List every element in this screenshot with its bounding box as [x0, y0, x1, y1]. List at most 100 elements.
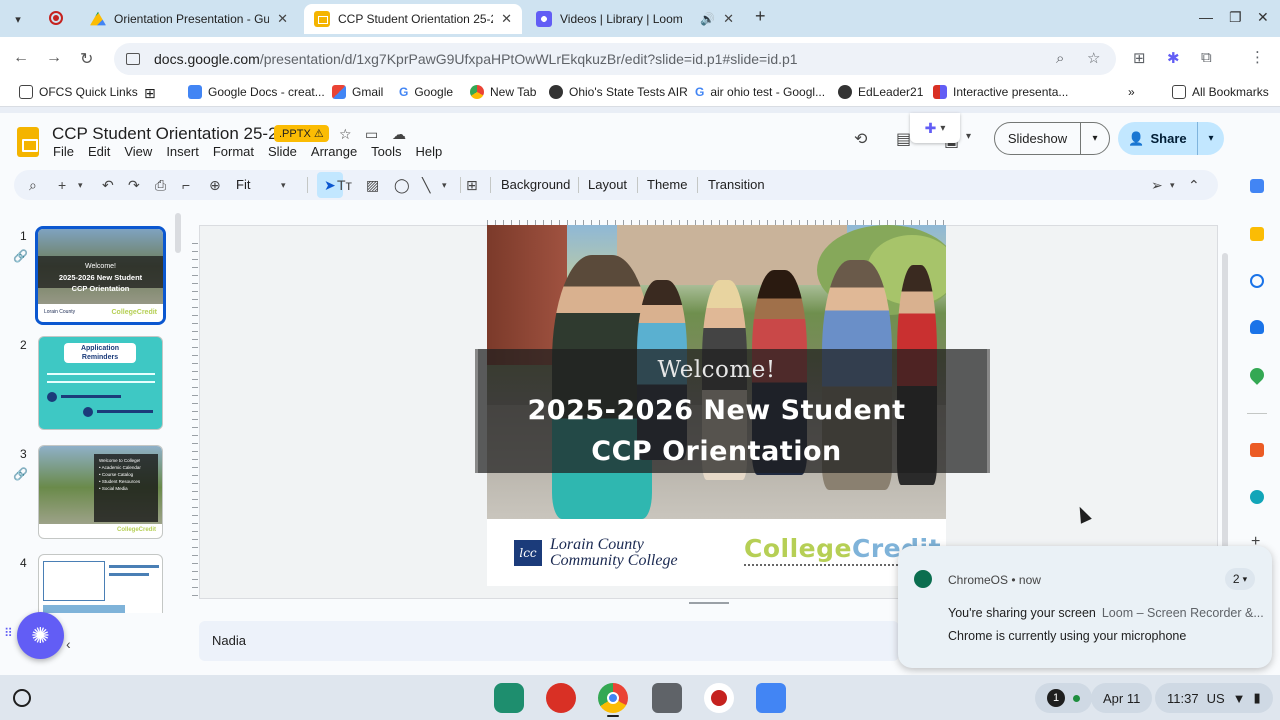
share-main[interactable]: 👤 Share: [1118, 122, 1198, 155]
line-icon[interactable]: ╲: [422, 177, 430, 194]
menu-arrange[interactable]: Arrange: [311, 144, 357, 159]
menu-slide[interactable]: Slide: [268, 144, 297, 159]
bookmark-edleader21[interactable]: EdLeader21: [838, 85, 923, 99]
pen-mode-icon[interactable]: ➢: [1151, 177, 1163, 194]
tab-close-icon[interactable]: ✕: [723, 11, 734, 27]
bookmark-star-icon[interactable]: ☆: [1087, 49, 1100, 67]
new-tab-plus-icon[interactable]: +: [755, 6, 766, 27]
bookmark-google-docs[interactable]: Google Docs - creat...: [188, 85, 325, 99]
menu-format[interactable]: Format: [213, 144, 254, 159]
insert-image-icon[interactable]: ▨: [366, 177, 379, 194]
slide-thumbnail-2[interactable]: Application Reminders: [38, 336, 163, 430]
contacts-icon[interactable]: [1250, 320, 1264, 334]
meet-dropdown-icon[interactable]: ▾: [966, 131, 971, 142]
tab-loom-library[interactable]: Videos | Library | Loom 🔊 ✕: [526, 4, 744, 34]
apps-grid[interactable]: ⊞: [144, 85, 156, 102]
filmstrip-scrollbar[interactable]: [175, 213, 181, 253]
paint-format-icon[interactable]: ⌐: [182, 177, 190, 193]
bookmark-google[interactable]: G Google: [399, 85, 453, 99]
layout-button[interactable]: Layout: [588, 177, 627, 192]
forward-arrow-icon[interactable]: →: [46, 49, 62, 67]
extensions-puzzle-icon[interactable]: ⧉: [1201, 49, 1212, 66]
share-button[interactable]: 👤 Share ▾: [1118, 122, 1224, 155]
extension-grid-icon[interactable]: ⊞: [1133, 49, 1146, 67]
slideshow-label[interactable]: Slideshow: [995, 123, 1081, 154]
speaker-icon[interactable]: 🔊: [700, 12, 715, 26]
new-slide-dropdown-icon[interactable]: ▾: [78, 180, 83, 191]
reload-icon[interactable]: ↻: [80, 49, 93, 69]
slide-thumbnail-1[interactable]: Welcome! 2025-2026 New Student CCP Orienta…: [35, 226, 166, 325]
loom-extension-icon[interactable]: ✱: [1167, 49, 1180, 67]
notes-resize-handle[interactable]: [689, 602, 729, 604]
tab-ccp-orientation[interactable]: CCP Student Orientation 25-26 ✕: [304, 4, 522, 34]
bookmark-gmail[interactable]: Gmail: [332, 85, 383, 99]
date-tray[interactable]: Apr 11: [1091, 683, 1153, 713]
redo-icon[interactable]: ↷: [128, 177, 140, 194]
screenshot-app-icon[interactable]: [652, 683, 682, 713]
record-app-icon[interactable]: [704, 683, 734, 713]
zoom-dropdown-icon[interactable]: ▾: [281, 180, 286, 191]
insert-comment-icon[interactable]: ⊞: [466, 177, 478, 194]
cloud-status-icon[interactable]: ☁: [392, 126, 406, 143]
line-dropdown-icon[interactable]: ▾: [442, 180, 447, 191]
zoom-icon[interactable]: ⊕: [209, 177, 221, 194]
bookmark-ofcs[interactable]: OFCS Quick Links: [19, 85, 138, 99]
bookmark-air-ohio[interactable]: Gair ohio test - Googl...: [695, 85, 825, 99]
document-title[interactable]: CCP Student Orientation 25-26: [52, 124, 287, 144]
system-tray[interactable]: 11:37 US ▼ ▮: [1155, 683, 1273, 713]
slides-home-logo[interactable]: [17, 127, 39, 157]
menu-edit[interactable]: Edit: [88, 144, 110, 159]
drag-grip-icon[interactable]: ⠿: [4, 626, 13, 640]
bookmarks-overflow[interactable]: »: [1128, 85, 1135, 99]
slideshow-button[interactable]: Slideshow ▾: [994, 122, 1110, 155]
search-menus-icon[interactable]: ⌕: [29, 177, 37, 194]
back-arrow-icon[interactable]: ←: [13, 49, 29, 67]
menu-help[interactable]: Help: [416, 144, 443, 159]
version-history-icon[interactable]: ⟲: [854, 129, 867, 149]
transition-button[interactable]: Transition: [708, 177, 765, 192]
background-button[interactable]: Background: [501, 177, 570, 192]
bookmark-ohio-tests[interactable]: Ohio's State Tests AIR: [549, 85, 688, 99]
star-icon[interactable]: ☆: [339, 126, 352, 143]
tab-search-chevron-icon[interactable]: ▾: [6, 7, 30, 31]
undo-icon[interactable]: ↶: [102, 177, 114, 194]
move-folder-icon[interactable]: ▭: [365, 126, 378, 143]
shape-icon[interactable]: ◯: [394, 177, 410, 194]
chrome-menu-icon[interactable]: ⋮: [1250, 48, 1265, 66]
bookmark-new-tab[interactable]: New Tab: [470, 85, 536, 99]
notification-tray[interactable]: 1: [1035, 683, 1092, 713]
loom-record-button[interactable]: ✺: [17, 612, 64, 659]
slideshow-dropdown-icon[interactable]: ▾: [1081, 133, 1109, 144]
canvas-paint-app-icon[interactable]: [546, 683, 576, 713]
zoom-select[interactable]: Fit: [236, 177, 250, 192]
minimize-icon[interactable]: —: [1199, 9, 1213, 25]
new-slide-plus-icon[interactable]: +: [58, 177, 66, 193]
addon-c-icon[interactable]: [1250, 490, 1264, 504]
zoom-magnifier-icon[interactable]: ⌕: [1056, 50, 1064, 67]
chrome-app-icon[interactable]: [598, 683, 628, 713]
site-info-icon[interactable]: [126, 53, 140, 65]
slide-thumbnail-3[interactable]: Welcome to College! • Academic Calendar • …: [38, 445, 163, 539]
office-addon-icon[interactable]: [1250, 443, 1264, 457]
docs-app-icon[interactable]: [756, 683, 786, 713]
close-window-icon[interactable]: ✕: [1257, 9, 1269, 26]
share-dropdown-icon[interactable]: ▾: [1198, 133, 1224, 144]
tab-close-icon[interactable]: ✕: [277, 11, 288, 27]
text-box-icon[interactable]: Tт: [337, 177, 352, 193]
launcher-icon[interactable]: [13, 689, 31, 707]
bookmark-interactive[interactable]: Interactive presenta...: [933, 85, 1068, 99]
tasks-icon[interactable]: [1250, 274, 1264, 288]
keep-icon[interactable]: [1250, 227, 1264, 241]
menu-tools[interactable]: Tools: [371, 144, 401, 159]
classroom-app-icon[interactable]: [494, 683, 524, 713]
theme-button[interactable]: Theme: [647, 177, 687, 192]
address-bar[interactable]: docs.google.com/presentation/d/1xg7KprPa…: [114, 43, 1116, 75]
pptx-badge[interactable]: .PPTX ⚠: [274, 125, 329, 142]
print-icon[interactable]: ⎙: [155, 177, 166, 194]
menu-file[interactable]: File: [53, 144, 74, 159]
menu-view[interactable]: View: [124, 144, 152, 159]
comments-icon[interactable]: ▤: [896, 129, 911, 149]
menu-insert[interactable]: Insert: [166, 144, 199, 159]
speaker-notes[interactable]: Nadia: [199, 621, 899, 661]
all-bookmarks[interactable]: All Bookmarks: [1172, 85, 1269, 99]
